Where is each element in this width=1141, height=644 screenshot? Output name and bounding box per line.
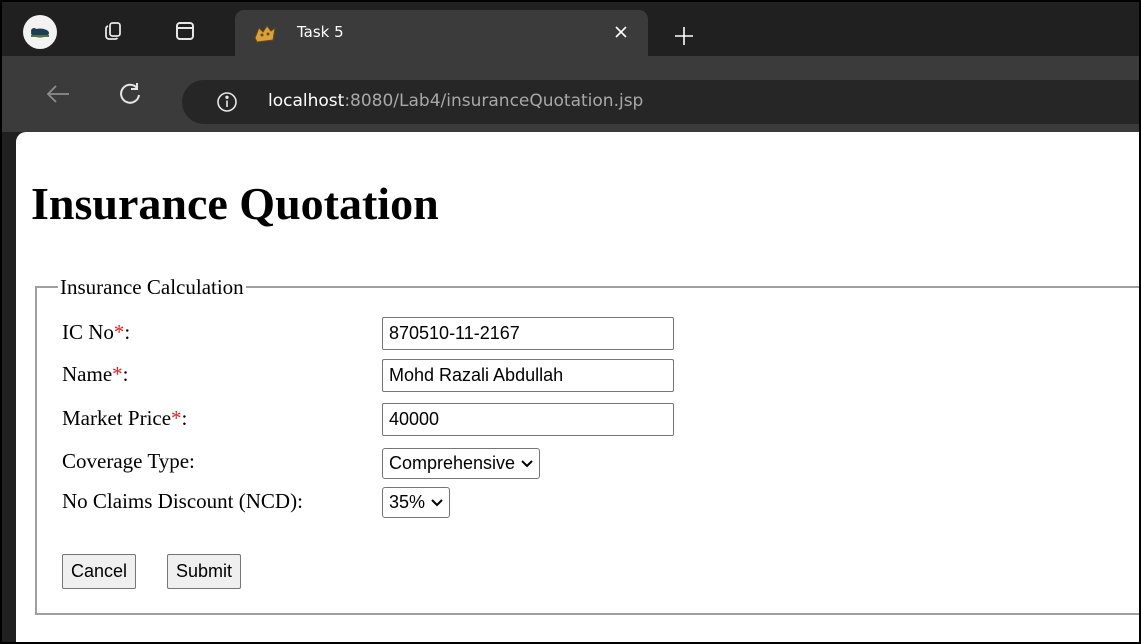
url-path: :8080/Lab4/insuranceQuotation.jsp: [344, 91, 644, 111]
chevron-down-icon: [431, 498, 443, 507]
ic-no-input[interactable]: [382, 317, 674, 350]
browser-toolbar: localhost:8080/Lab4/insuranceQuotation.j…: [2, 56, 1139, 132]
close-icon[interactable]: [608, 19, 634, 45]
plus-icon[interactable]: [667, 19, 701, 53]
address-bar[interactable]: localhost:8080/Lab4/insuranceQuotation.j…: [182, 80, 1139, 124]
refresh-icon[interactable]: [114, 78, 146, 110]
tomcat-favicon-icon: [253, 22, 277, 44]
name-label: Name*:: [62, 362, 129, 386]
coverage-type-label: Coverage Type:: [62, 449, 195, 473]
ic-no-label: IC No*:: [62, 320, 131, 344]
info-icon[interactable]: [216, 91, 238, 113]
browser-window: Task 5 localhost:8080/Lab4/insuranceQuot…: [0, 0, 1141, 644]
ncd-value: 35%: [389, 492, 426, 512]
tab-title: Task 5: [297, 23, 344, 41]
active-tab[interactable]: Task 5: [235, 10, 648, 56]
profile-avatar-icon[interactable]: [23, 15, 57, 49]
chevron-down-icon: [521, 459, 533, 468]
url-host: localhost: [268, 91, 345, 111]
back-arrow-icon[interactable]: [42, 78, 74, 110]
workspaces-icon[interactable]: [95, 14, 131, 48]
ncd-select[interactable]: 35%: [382, 487, 451, 518]
name-input[interactable]: [382, 359, 674, 392]
market-price-label-text: Market Price: [62, 406, 172, 430]
coverage-type-select[interactable]: Comprehensive: [382, 448, 541, 479]
required-marker: *: [112, 362, 123, 386]
page-content: Insurance Quotation Insurance Calculatio…: [16, 132, 1139, 642]
name-label-text: Name: [62, 362, 113, 386]
market-price-label: Market Price*:: [62, 406, 188, 430]
page-title: Insurance Quotation: [31, 178, 439, 229]
coverage-type-value: Comprehensive: [389, 453, 516, 473]
required-marker: *: [113, 320, 125, 344]
url-text[interactable]: localhost:8080/Lab4/insuranceQuotation.j…: [268, 91, 643, 111]
cancel-button[interactable]: Cancel: [62, 554, 137, 589]
ncd-label: No Claims Discount (NCD):: [62, 489, 303, 513]
insurance-fieldset: Insurance Calculation IC No*: Name*: Mar…: [35, 275, 1139, 615]
required-marker: *: [171, 406, 182, 430]
tab-actions-icon[interactable]: [167, 14, 203, 48]
fieldset-legend: Insurance Calculation: [58, 275, 246, 300]
ic-no-label-text: IC No: [62, 320, 114, 344]
submit-button[interactable]: Submit: [167, 554, 242, 589]
market-price-input[interactable]: [382, 403, 674, 436]
